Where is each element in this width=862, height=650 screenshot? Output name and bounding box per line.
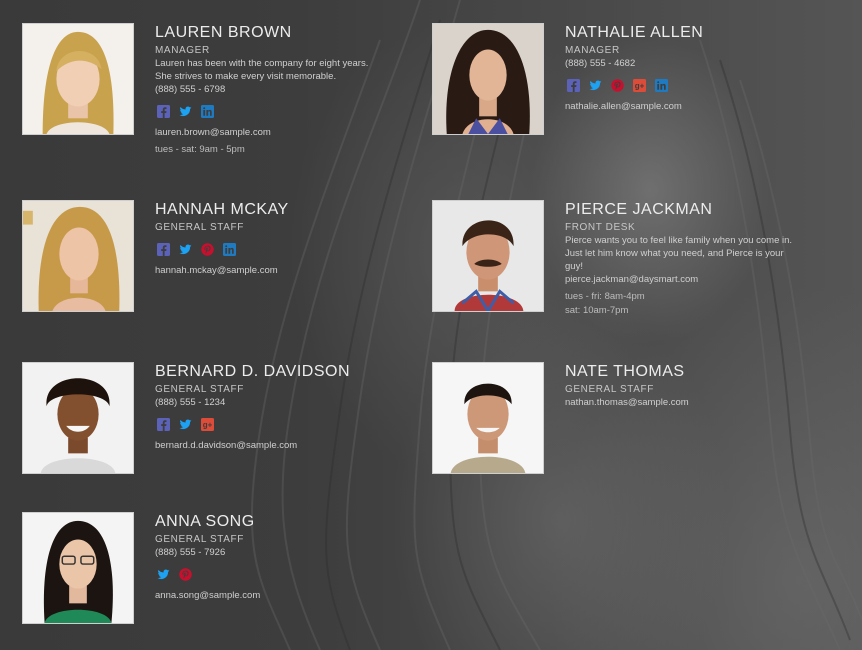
staff-bio: Pierce wants you to feel like family whe…: [565, 235, 793, 246]
staff-bio: Lauren has been with the company for eig…: [155, 58, 369, 69]
facebook-icon[interactable]: [157, 242, 170, 256]
staff-email[interactable]: pierce.jackman@daysmart.com: [565, 273, 825, 286]
staff-hours: tues - fri: 8am-4pm: [565, 291, 645, 302]
staff-photo: [432, 362, 544, 474]
social-links: [157, 567, 415, 581]
staff-name: NATHALIE ALLEN: [565, 24, 704, 41]
staff-bio: Just let him know what you need, and Pie…: [565, 248, 784, 259]
svg-text:g+: g+: [203, 420, 213, 429]
staff-name: HANNAH MCKAY: [155, 201, 289, 218]
pinterest-icon[interactable]: [179, 567, 192, 581]
twitter-icon[interactable]: [179, 105, 192, 118]
social-links: g+: [157, 417, 415, 431]
twitter-icon[interactable]: [589, 79, 602, 92]
linkedin-icon[interactable]: [223, 242, 236, 256]
staff-email[interactable]: bernard.d.davidson@sample.com: [155, 439, 415, 452]
staff-email[interactable]: nathalie.allen@sample.com: [565, 100, 825, 113]
staff-name: LAUREN BROWN: [155, 24, 292, 41]
linkedin-icon[interactable]: [201, 104, 214, 118]
staff-photo: [432, 23, 544, 135]
googleplus-icon[interactable]: g+: [201, 417, 214, 431]
facebook-icon[interactable]: [157, 417, 170, 431]
staff-email[interactable]: hannah.mckay@sample.com: [155, 264, 415, 277]
staff-bio: guy!: [565, 261, 583, 272]
googleplus-icon[interactable]: g+: [633, 78, 646, 92]
staff-phone: (888) 555 - 4682: [565, 58, 636, 69]
staff-phone: (888) 555 - 1234: [155, 397, 226, 408]
svg-text:g+: g+: [635, 81, 645, 90]
staff-role: GENERAL STAFF: [565, 384, 654, 395]
twitter-icon[interactable]: [179, 243, 192, 256]
staff-name: ANNA SONG: [155, 513, 255, 530]
staff-name: BERNARD D. DAVIDSON: [155, 363, 351, 380]
staff-photo: [432, 200, 544, 312]
staff-hours: sat: 10am-7pm: [565, 305, 629, 316]
twitter-icon[interactable]: [157, 568, 170, 581]
staff-bio: She strives to make every visit memorabl…: [155, 71, 337, 82]
pinterest-icon[interactable]: [201, 242, 214, 256]
staff-photo: [22, 362, 134, 474]
staff-email[interactable]: anna.song@sample.com: [155, 589, 415, 602]
staff-name: PIERCE JACKMAN: [565, 201, 713, 218]
facebook-icon[interactable]: [157, 104, 170, 118]
staff-role: GENERAL STAFF: [155, 222, 244, 233]
social-links: [157, 104, 415, 118]
linkedin-icon[interactable]: [655, 78, 668, 92]
staff-name: NATE THOMAS: [565, 363, 685, 380]
staff-hours: tues - sat: 9am - 5pm: [155, 144, 245, 155]
facebook-icon[interactable]: [567, 78, 580, 92]
staff-role: FRONT DESK: [565, 222, 636, 233]
staff-photo: [22, 512, 134, 624]
staff-email[interactable]: lauren.brown@sample.com: [155, 126, 415, 139]
staff-role: GENERAL STAFF: [155, 534, 244, 545]
social-links: [157, 242, 415, 256]
staff-phone: (888) 555 - 6798: [155, 84, 226, 95]
staff-role: GENERAL STAFF: [155, 384, 244, 395]
staff-email[interactable]: nathan.thomas@sample.com: [565, 396, 825, 409]
staff-role: MANAGER: [155, 45, 210, 56]
staff-photo: [22, 200, 134, 312]
staff-photo: [22, 23, 134, 135]
twitter-icon[interactable]: [179, 418, 192, 431]
staff-role: MANAGER: [565, 45, 620, 56]
staff-phone: (888) 555 - 7926: [155, 547, 226, 558]
social-links: g+: [567, 78, 825, 92]
pinterest-icon[interactable]: [611, 78, 624, 92]
